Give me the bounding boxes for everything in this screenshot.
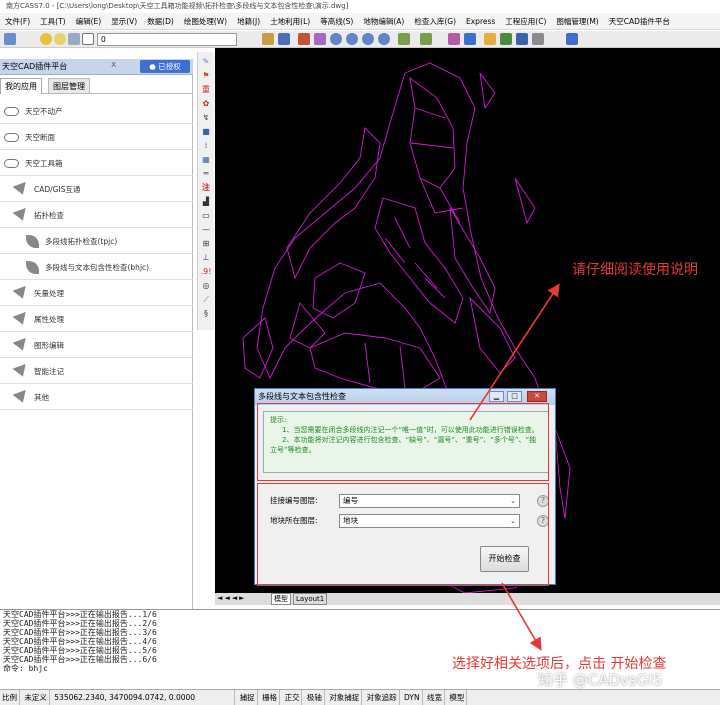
annotation-arrows bbox=[469, 283, 560, 651]
arrow-to-button-note bbox=[501, 582, 542, 651]
arrow-to-note bbox=[469, 283, 560, 421]
watermark: 知乎 @CADvsGIS bbox=[538, 671, 663, 689]
annotation-read-instructions: 请仔细阅读使用说明 bbox=[572, 262, 698, 278]
